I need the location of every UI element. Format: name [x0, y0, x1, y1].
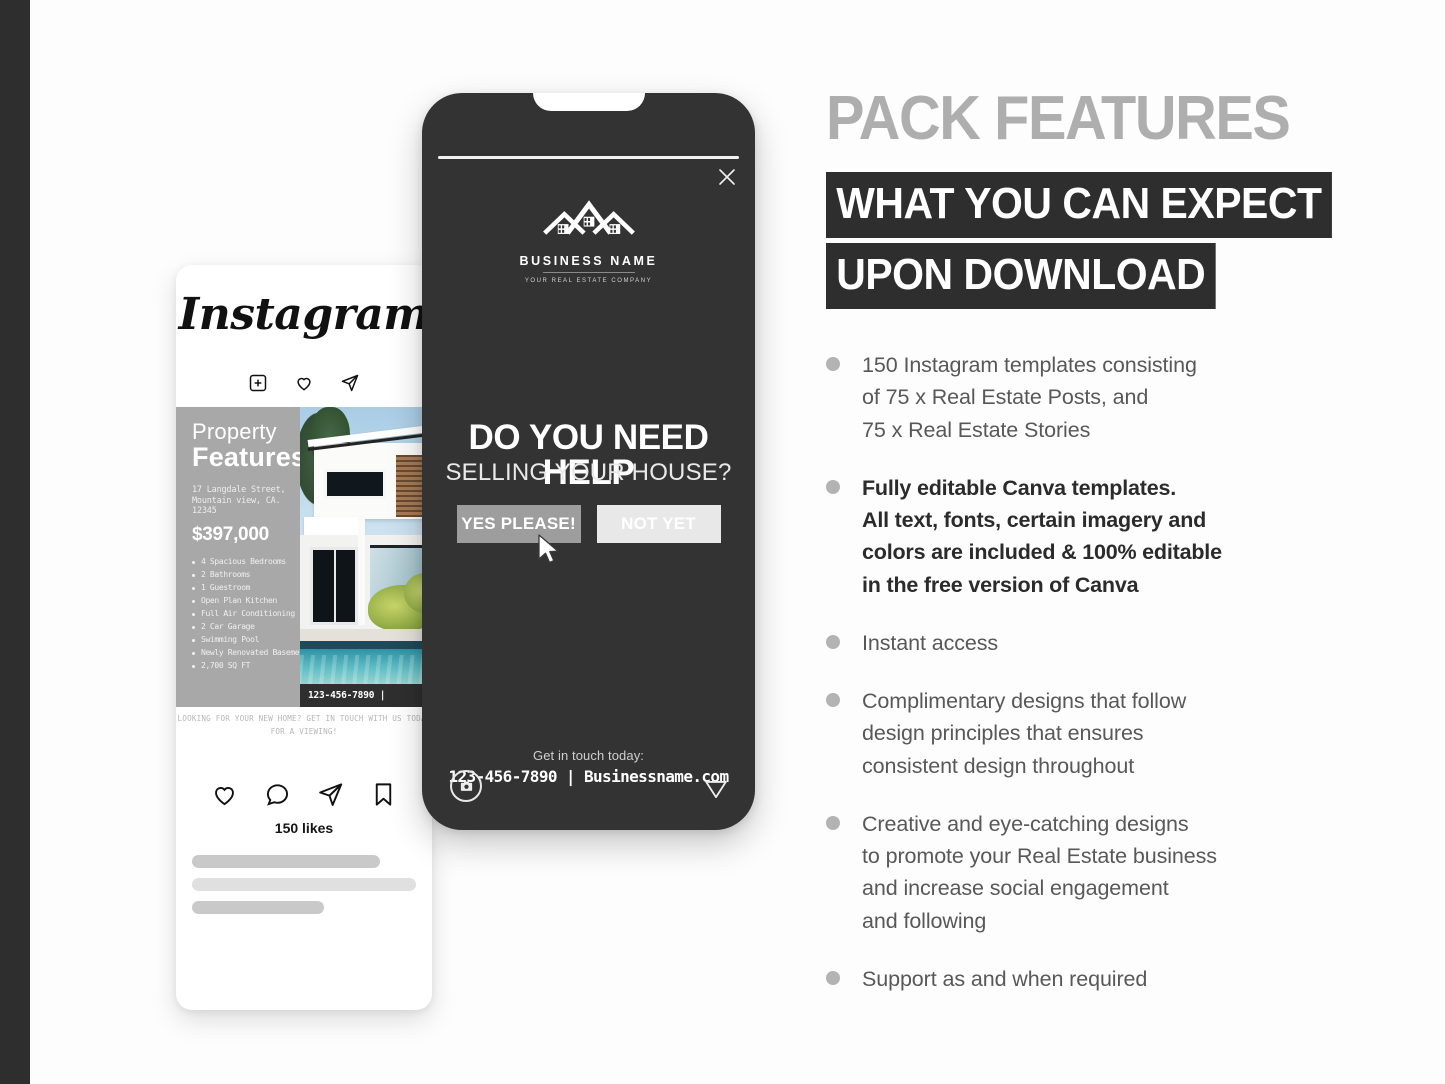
- post-cta-text: LOOKING FOR YOUR NEW HOME? GET IN TOUCH …: [177, 714, 431, 736]
- bullet-dot-icon: [826, 357, 840, 371]
- bullet-dot-icon: [826, 693, 840, 707]
- not-yet-button[interactable]: NOT YET: [596, 505, 721, 543]
- list-item: 4 Spacious Bedrooms: [192, 556, 290, 569]
- property-address-line1: 17 Langdale Street,: [192, 485, 286, 495]
- list-item: Swimming Pool: [192, 634, 290, 647]
- bullet-text: Instant access: [862, 630, 999, 655]
- photo-door: [310, 547, 358, 625]
- bullet-dot-icon: [826, 634, 840, 649]
- list-item: Full Air Conditioning: [192, 608, 295, 621]
- poster-canvas: Instagram Property Features 17 Langdale …: [0, 0, 1445, 1084]
- list-item: 150 Instagram templates consisting of 75…: [826, 349, 1386, 446]
- list-item: Open Plan Kitchen: [192, 595, 290, 608]
- property-title-line1: Property: [192, 419, 277, 444]
- bullet-dot-icon: [826, 970, 840, 985]
- page-title: PACK FEATURES: [826, 84, 1291, 153]
- phone-story-mockup: BUSINESS NAME YOUR REAL ESTATE COMPANY D…: [422, 93, 755, 830]
- share-icon[interactable]: [340, 373, 360, 393]
- placeholder-bar: [192, 901, 324, 914]
- property-photo: 123-456-7890 |: [300, 407, 432, 707]
- camera-icon[interactable]: [450, 770, 482, 802]
- bookmark-icon[interactable]: [370, 781, 397, 808]
- property-address: 17 Langdale Street, Mountain view, CA. 1…: [192, 485, 290, 517]
- property-price: $397,000: [192, 523, 269, 545]
- bullet-dot-icon: [826, 815, 840, 830]
- likes-count: 150 likes: [274, 820, 334, 836]
- bullet-text: Complimentary designs that follow design…: [862, 689, 1187, 778]
- close-x-icon[interactable]: [715, 165, 739, 189]
- band-line2-wrap: UPON DOWNLOAD: [826, 243, 1386, 309]
- story-button-row: YES PLEASE! NOT YET: [422, 505, 755, 543]
- bullet-text: 150 Instagram templates consisting of 75…: [862, 353, 1197, 442]
- phone-notch: [532, 93, 645, 111]
- list-item: 2,700 SQ FT: [192, 660, 290, 673]
- post-media: Property Features 17 Langdale Street, Mo…: [176, 407, 432, 707]
- photo-mid-wall: [304, 517, 364, 535]
- list-item: 2 Bathrooms: [192, 569, 290, 582]
- placeholder-bar: [192, 855, 380, 868]
- pack-features-panel: PACK FEATURES WHAT YOU CAN EXPECT UPON D…: [826, 88, 1386, 1021]
- band-line1: WHAT YOU CAN EXPECT: [826, 172, 1332, 238]
- caption-placeholder-bars: [192, 855, 416, 924]
- heart-icon[interactable]: [211, 781, 238, 808]
- brand-tagline: YOUR REAL ESTATE COMPANY: [524, 278, 653, 284]
- property-feature-list: 4 Spacious Bedrooms 2 Bathrooms 1 Guestr…: [192, 556, 309, 673]
- photo-upper-window: [324, 469, 386, 499]
- share-icon[interactable]: [317, 781, 344, 808]
- property-features-panel: Property Features 17 Langdale Street, Mo…: [176, 407, 309, 707]
- list-item: Fully editable Canva templates. All text…: [826, 472, 1386, 601]
- placeholder-bar: [192, 878, 416, 891]
- band-line1-wrap: WHAT YOU CAN EXPECT: [826, 172, 1386, 238]
- photo-column: [358, 515, 365, 625]
- left-edge-strip: [0, 0, 30, 1084]
- band-line2: UPON DOWNLOAD: [826, 243, 1216, 309]
- brand-divider: [542, 272, 635, 273]
- mouse-pointer-icon: [536, 533, 562, 567]
- instagram-wordmark: Instagram: [178, 289, 430, 340]
- footer-label: Get in touch today:: [532, 748, 645, 763]
- bullet-text: Creative and eye-catching designs to pro…: [862, 811, 1217, 933]
- list-item: 1 Guestroom: [192, 582, 290, 595]
- list-item: Newly Renovated Basement: [192, 647, 309, 660]
- brand-block: BUSINESS NAME YOUR REAL ESTATE COMPANY: [422, 197, 755, 284]
- heart-icon[interactable]: [294, 373, 314, 393]
- bullet-text: Fully editable Canva templates. All text…: [862, 475, 1222, 597]
- property-title-line2: Features: [192, 442, 307, 472]
- photo-pool-coping: [300, 641, 432, 649]
- house-roofs-logo-icon: [539, 200, 639, 247]
- add-post-icon[interactable]: [248, 373, 268, 393]
- feature-bullet-list: 150 Instagram templates consisting of 75…: [826, 349, 1386, 995]
- instagram-action-row: [176, 781, 432, 808]
- send-paper-plane-icon[interactable]: [703, 776, 729, 802]
- property-address-line2: Mountain view, CA. 12345: [192, 495, 281, 517]
- bullet-dot-icon: [826, 479, 840, 494]
- bullet-text: Support as and when required: [862, 966, 1148, 991]
- photo-phone-overlay: 123-456-7890 |: [300, 684, 432, 707]
- comment-icon[interactable]: [264, 781, 291, 808]
- brand-name: BUSINESS NAME: [519, 254, 658, 268]
- story-subheadline: SELLING YOUR HOUSE?: [445, 459, 732, 486]
- list-item: 2 Car Garage: [192, 621, 290, 634]
- story-progress-bar[interactable]: [438, 156, 739, 159]
- list-item: Complimentary designs that follow design…: [826, 685, 1386, 782]
- list-item: Instant access: [826, 627, 1386, 659]
- instagram-top-icon-row: [176, 373, 432, 393]
- list-item: Support as and when required: [826, 963, 1386, 995]
- instagram-post-card: Instagram Property Features 17 Langdale …: [176, 265, 432, 1010]
- list-item: Creative and eye-catching designs to pro…: [826, 808, 1386, 937]
